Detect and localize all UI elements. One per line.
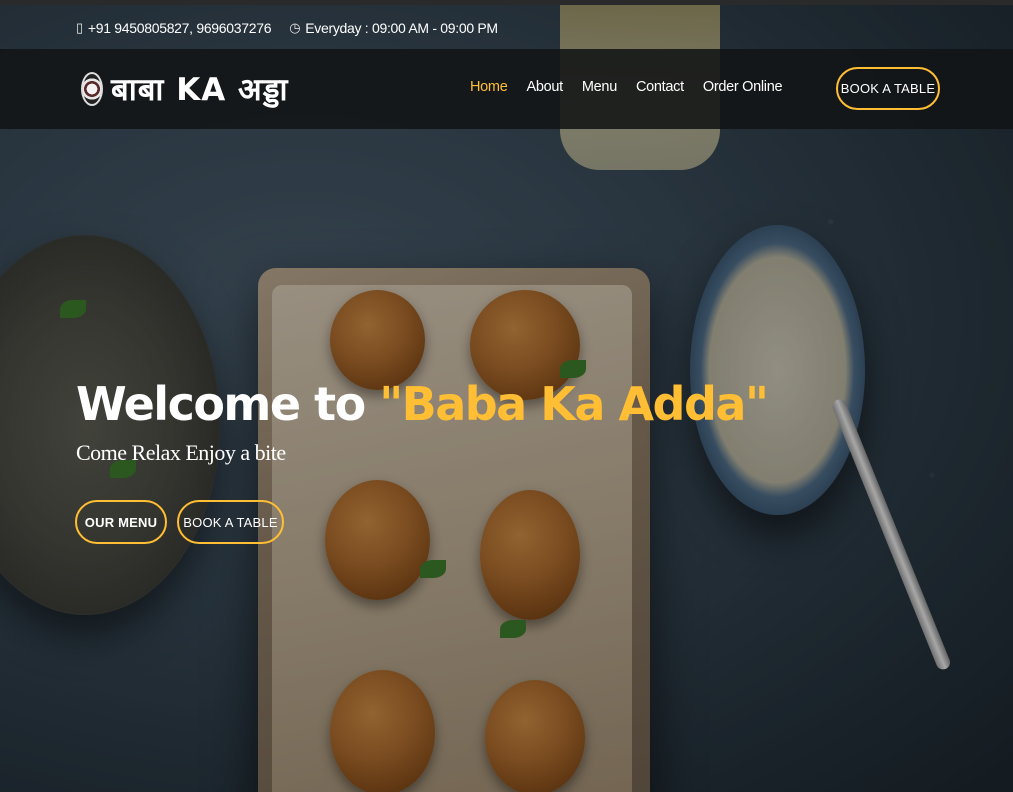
nav-order-online[interactable]: Order Online: [703, 79, 783, 95]
hero-title: Welcome to "Baba Ka Adda": [76, 377, 769, 431]
site-logo[interactable]: बाबा KA अड्डा: [81, 69, 289, 109]
top-strip: [0, 0, 1013, 5]
hero-book-table-button[interactable]: BOOK A TABLE: [177, 500, 284, 544]
phone-text: +91 9450805827, 9696037276: [87, 19, 272, 36]
hero-title-prefix: Welcome to: [76, 377, 380, 431]
hero-title-accent: "Baba Ka Adda": [379, 377, 769, 431]
logo-text: बाबा KA अड्डा: [111, 72, 289, 108]
nav-home[interactable]: Home: [470, 79, 508, 95]
nav-menu[interactable]: Menu: [582, 79, 617, 95]
logo-emblem-icon: [81, 72, 103, 106]
main-nav: Home About Menu Contact Order Online: [470, 79, 783, 95]
clock-icon: ◷: [289, 19, 301, 35]
site-header: बाबा KA अड्डा Home About Menu Contact Or…: [0, 49, 1013, 129]
hours-info: ◷ Everyday : 09:00 AM - 09:00 PM: [289, 20, 498, 36]
header-book-table-button[interactable]: BOOK A TABLE: [836, 67, 940, 110]
info-bar: ▯ +91 9450805827, 9696037276 ◷ Everyday …: [0, 6, 1013, 49]
nav-about[interactable]: About: [526, 79, 563, 95]
phone-info[interactable]: ▯ +91 9450805827, 9696037276: [76, 19, 272, 36]
nav-contact[interactable]: Contact: [636, 79, 684, 95]
hours-text: Everyday : 09:00 AM - 09:00 PM: [305, 19, 498, 36]
our-menu-button[interactable]: OUR MENU: [75, 500, 167, 544]
hero-subtitle: Come Relax Enjoy a bite: [76, 440, 286, 465]
phone-icon: ▯: [76, 19, 83, 35]
